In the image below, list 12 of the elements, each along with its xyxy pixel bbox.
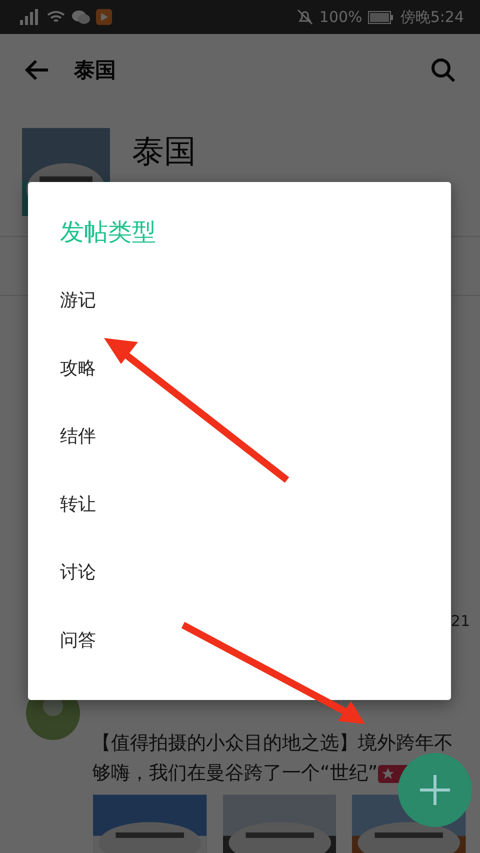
destination-name: 泰国 [132, 131, 196, 172]
battery-percent: 100% [319, 8, 362, 26]
clock: 傍晚5:24 [400, 8, 464, 26]
page-title: 泰国 [74, 57, 117, 84]
post-type-option[interactable]: 转让 [28, 490, 451, 558]
post-type-option[interactable]: 结伴 [28, 422, 451, 490]
post-type-option[interactable]: 游记 [28, 286, 451, 354]
count-label: 21 [450, 612, 470, 630]
post-type-option[interactable]: 讨论 [28, 558, 451, 626]
post-type-option[interactable]: 问答 [28, 626, 451, 694]
post-type-option[interactable]: 攻略 [28, 354, 451, 422]
dialog-title: 发帖类型 [59, 217, 157, 248]
